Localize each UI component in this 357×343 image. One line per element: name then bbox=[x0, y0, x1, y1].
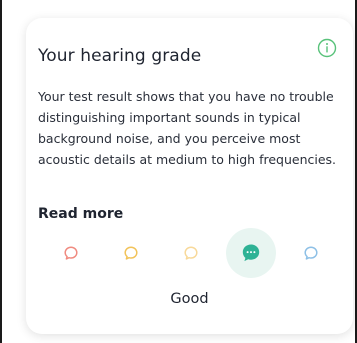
read-more-link[interactable]: Read more bbox=[38, 206, 123, 222]
speech-bubble-icon bbox=[64, 246, 78, 260]
speech-bubble-icon bbox=[124, 246, 138, 260]
speech-bubble-icon bbox=[242, 244, 260, 262]
grade-option-1[interactable] bbox=[46, 228, 96, 278]
grade-label: Good bbox=[170, 291, 209, 307]
grade-scale bbox=[46, 228, 336, 278]
speech-bubble-icon bbox=[304, 246, 318, 260]
result-description: Your test result shows that you have no … bbox=[38, 89, 337, 167]
grade-option-5[interactable] bbox=[286, 228, 336, 278]
grade-option-3[interactable] bbox=[166, 228, 216, 278]
grade-option-4-selected[interactable] bbox=[226, 228, 276, 278]
grade-option-2[interactable] bbox=[106, 228, 156, 278]
speech-bubble-icon bbox=[184, 246, 198, 260]
info-icon[interactable] bbox=[317, 38, 337, 58]
hearing-grade-card: Your hearing grade Your test result show… bbox=[26, 18, 353, 334]
card-title: Your hearing grade bbox=[38, 46, 202, 66]
